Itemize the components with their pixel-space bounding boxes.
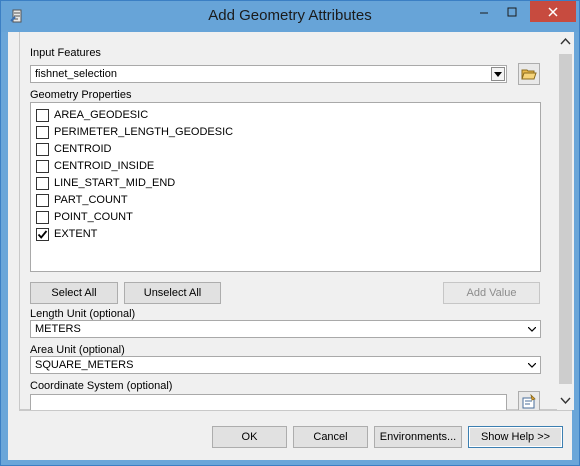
scroll-down-arrow-icon[interactable] [560,396,571,408]
list-item-label: LINE_START_MID_END [54,177,176,189]
checkbox-part-count[interactable] [36,193,49,207]
checkbox-line-start-mid-end[interactable] [36,176,49,190]
checkbox-extent[interactable] [36,227,49,241]
input-features-value: fishnet_selection [35,68,117,80]
checkbox-perimeter-length-geodesic[interactable] [36,125,49,139]
show-help-button[interactable]: Show Help >> [468,426,563,448]
select-all-button[interactable]: Select All [30,282,118,304]
geometry-properties-label: Geometry Properties [30,89,132,101]
geometry-properties-list[interactable]: AREA_GEODESIC PERIMETER_LENGTH_GEODESIC … [30,102,541,272]
spatial-reference-icon [522,394,536,409]
list-item[interactable]: CENTROID [36,141,111,157]
area-unit-value: SQUARE_METERS [35,359,134,371]
minimize-button[interactable] [470,1,497,22]
add-value-button[interactable]: Add Value [443,282,540,304]
area-unit-label: Area Unit (optional) [30,344,125,356]
list-item-label: CENTROID_INSIDE [54,160,155,172]
checkbox-centroid-inside[interactable] [36,159,49,173]
list-item[interactable]: AREA_GEODESIC [36,107,148,123]
browse-folder-button[interactable] [518,63,540,85]
input-features-label: Input Features [30,47,101,59]
dialog-body: Input Features fishnet_selection Geometr… [8,32,574,460]
list-item-label: POINT_COUNT [54,211,133,223]
length-unit-label: Length Unit (optional) [30,308,136,320]
close-icon [548,6,558,17]
checkmark-icon [37,229,48,239]
length-unit-value: METERS [35,323,81,335]
list-item[interactable]: PART_COUNT [36,192,128,208]
scroll-up-arrow-icon[interactable] [560,36,571,48]
list-item[interactable]: EXTENT [36,226,97,242]
parameters-panel: Input Features fishnet_selection Geometr… [19,32,574,413]
checkbox-centroid[interactable] [36,142,49,156]
divider [19,410,572,411]
area-unit-select[interactable]: SQUARE_METERS [30,356,541,374]
chevron-down-icon[interactable] [527,360,537,370]
scroll-thumb[interactable] [559,54,572,384]
cancel-button[interactable]: Cancel [293,426,368,448]
chevron-down-icon[interactable] [527,324,537,334]
close-button[interactable] [530,1,576,22]
checkbox-point-count[interactable] [36,210,49,224]
vertical-scrollbar[interactable] [557,32,574,410]
checkbox-area-geodesic[interactable] [36,108,49,122]
dialog-window: Add Geometry Attributes Input Features f… [0,0,580,466]
list-item-label: AREA_GEODESIC [54,109,149,121]
list-item[interactable]: CENTROID_INSIDE [36,158,154,174]
dropdown-arrow-icon[interactable] [491,67,505,81]
list-item-label: EXTENT [54,228,98,240]
list-item-label: PART_COUNT [54,194,128,206]
input-features-combobox[interactable]: fishnet_selection [30,65,507,83]
unselect-all-button[interactable]: Unselect All [124,282,221,304]
list-item[interactable]: POINT_COUNT [36,209,133,225]
ok-button[interactable]: OK [212,426,287,448]
list-item[interactable]: LINE_START_MID_END [36,175,175,191]
list-item-label: PERIMETER_LENGTH_GEODESIC [54,126,234,138]
maximize-button[interactable] [498,1,525,22]
open-folder-icon [521,69,537,80]
coordinate-system-label: Coordinate System (optional) [30,380,173,392]
title-bar[interactable]: Add Geometry Attributes [1,1,579,32]
length-unit-select[interactable]: METERS [30,320,541,338]
list-item[interactable]: PERIMETER_LENGTH_GEODESIC [36,124,233,140]
dialog-button-bar: OK Cancel Environments... Show Help >> [8,410,572,460]
environments-button[interactable]: Environments... [374,426,462,448]
list-item-label: CENTROID [54,143,112,155]
